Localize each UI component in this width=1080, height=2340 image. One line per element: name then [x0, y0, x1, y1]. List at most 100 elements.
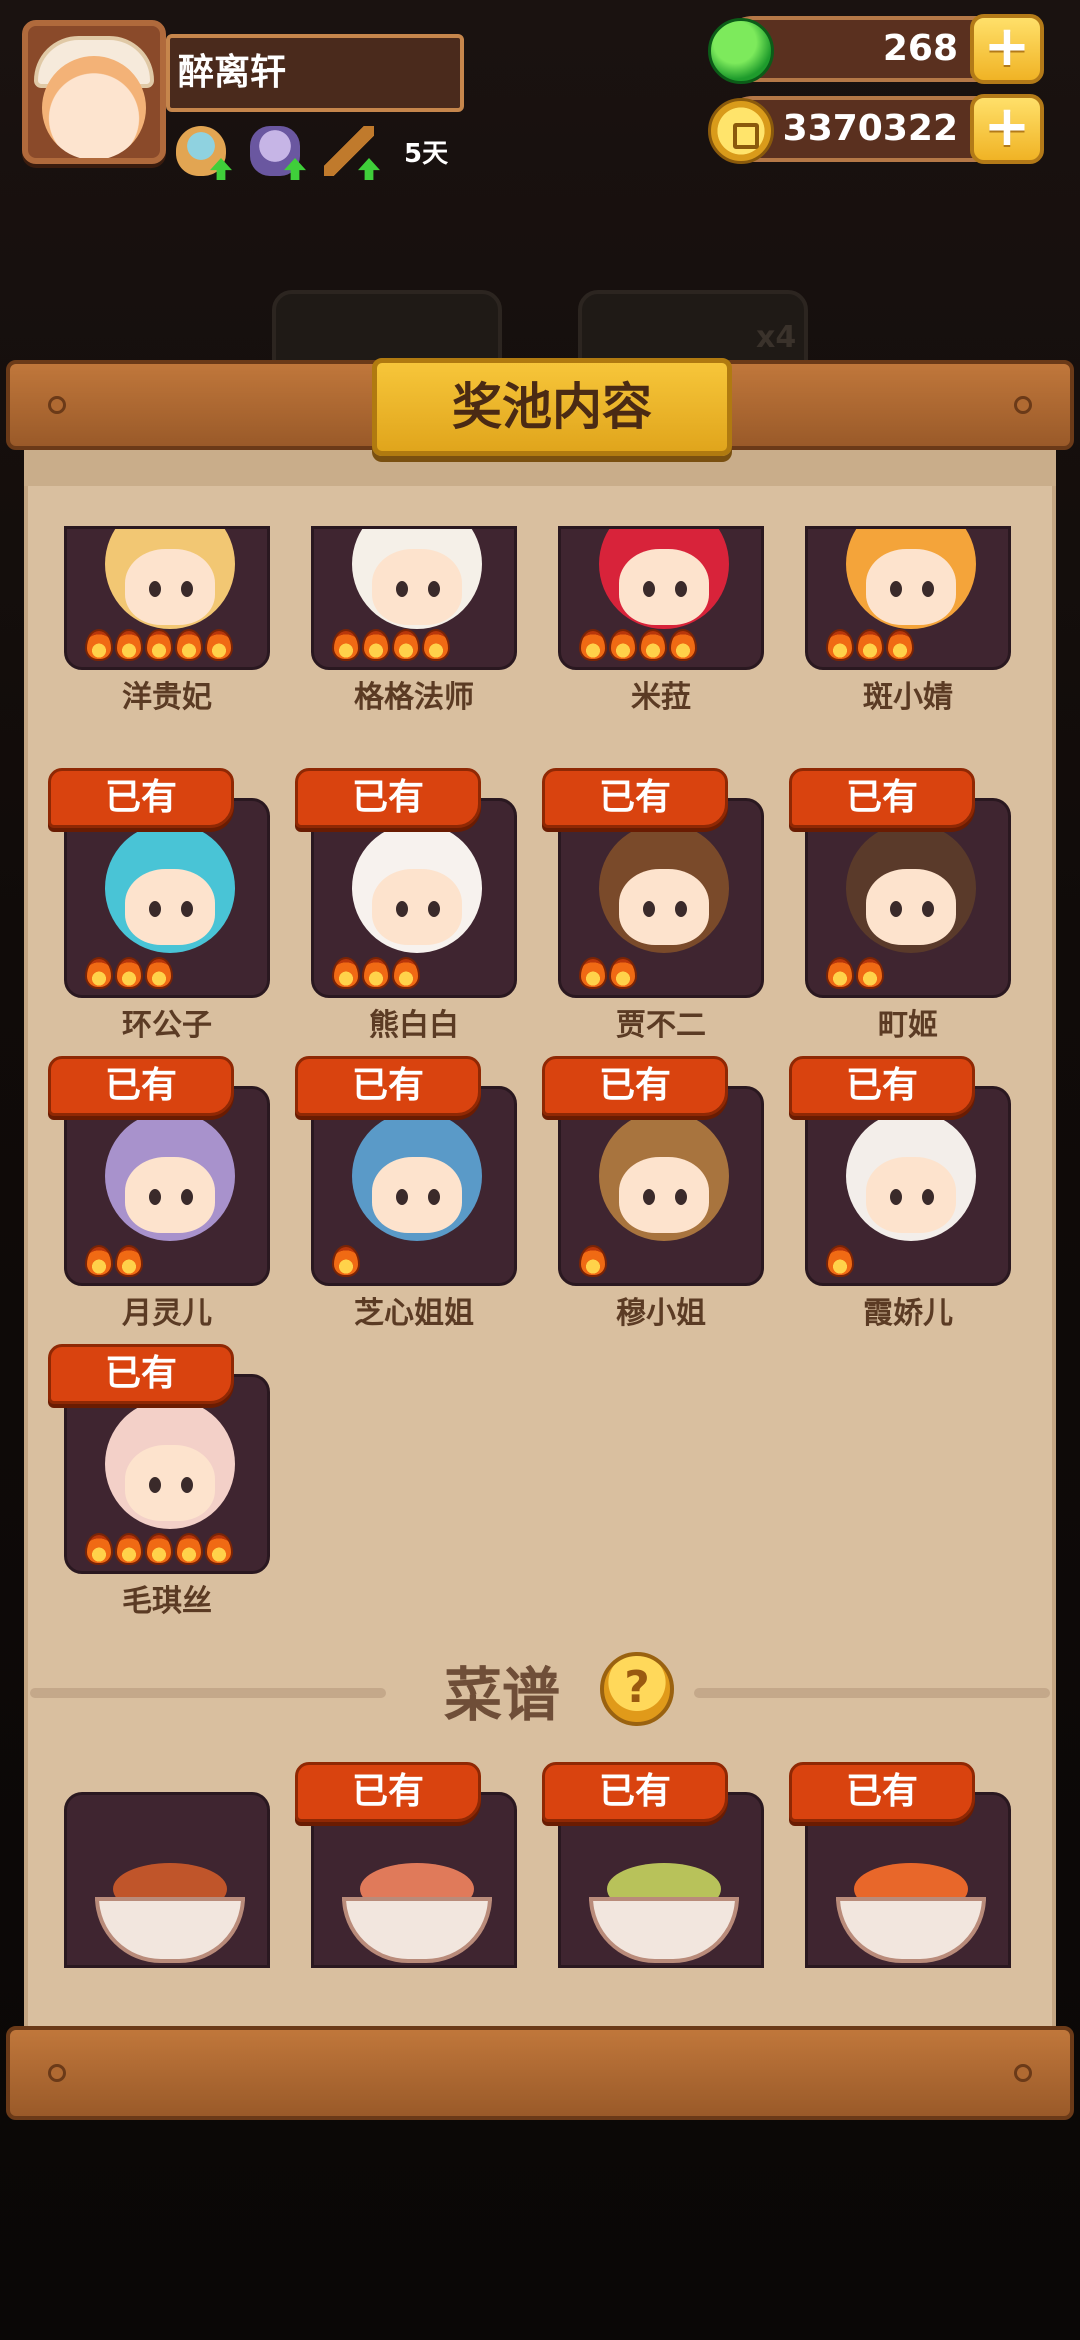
help-icon[interactable]: ?	[600, 1652, 674, 1726]
flame-icon	[115, 957, 143, 989]
flame-icon	[826, 957, 854, 989]
flame-icon	[422, 629, 450, 661]
character-name: 贾不二	[616, 1008, 706, 1043]
flame-icon	[85, 629, 113, 661]
flame-icon	[175, 629, 203, 661]
owned-badge: 已有	[295, 1762, 481, 1822]
flame-icon	[362, 957, 390, 989]
rarity-flames	[579, 957, 637, 989]
character-name: 环公子	[122, 1008, 212, 1043]
bowl-upgrade-icon[interactable]	[176, 126, 232, 180]
bag-upgrade-icon[interactable]	[250, 126, 306, 180]
character-portrait	[558, 526, 764, 670]
flame-icon	[145, 629, 173, 661]
flame-icon	[579, 957, 607, 989]
flame-icon	[579, 1245, 607, 1277]
owned-badge: 已有	[295, 1056, 481, 1116]
character-portrait	[805, 798, 1011, 998]
owned-badge: 已有	[789, 1056, 975, 1116]
owned-badge: 已有	[789, 1762, 975, 1822]
rarity-flames	[85, 629, 233, 661]
character-name: 熊白白	[369, 1008, 459, 1043]
days-counter: 5天	[404, 138, 449, 169]
character-portrait	[64, 1374, 270, 1574]
rarity-flames	[332, 1245, 360, 1277]
character-portrait	[311, 526, 517, 670]
jade-icon	[708, 18, 774, 84]
character-portrait	[558, 798, 764, 998]
rarity-flames	[579, 629, 697, 661]
coin-currency: 3370322 +	[708, 94, 1044, 164]
panel-bottom-beam[interactable]	[6, 2026, 1074, 2120]
add-jade-button[interactable]: +	[970, 14, 1044, 84]
rarity-flames	[332, 957, 420, 989]
character-name: 毛琪丝	[122, 1584, 212, 1619]
rarity-flames	[826, 1245, 854, 1277]
flame-icon	[85, 957, 113, 989]
character-portrait	[64, 526, 270, 670]
jade-amount: 268	[882, 28, 958, 69]
owned-badge: 已有	[48, 1344, 234, 1404]
game-screen: 醉离轩 5天 268 + 3370322 + x4 奖池内容 洋贵妃 格格法师 米菈…	[0, 0, 1080, 2340]
flame-icon	[392, 957, 420, 989]
panel-title: 奖池内容	[372, 358, 732, 456]
owned-badge: 已有	[789, 768, 975, 828]
character-portrait	[805, 526, 1011, 670]
flame-icon	[826, 1245, 854, 1277]
flame-icon	[856, 629, 884, 661]
character-portrait	[805, 1086, 1011, 1286]
flame-icon	[362, 629, 390, 661]
flame-icon	[579, 629, 607, 661]
flame-icon	[639, 629, 667, 661]
recipe-image	[64, 1792, 270, 1968]
rarity-flames	[826, 629, 914, 661]
flame-icon	[205, 1533, 233, 1565]
character-portrait	[64, 1086, 270, 1286]
character-name: 斑小婧	[863, 680, 953, 715]
character-name: 町姬	[878, 1008, 938, 1043]
character-name: 格格法师	[354, 680, 474, 715]
flame-icon	[609, 957, 637, 989]
flame-icon	[609, 629, 637, 661]
flame-icon	[332, 957, 360, 989]
player-avatar[interactable]	[22, 20, 166, 164]
rarity-flames	[85, 957, 173, 989]
flame-icon	[205, 629, 233, 661]
flame-icon	[115, 1533, 143, 1565]
character-name: 穆小姐	[616, 1296, 706, 1331]
add-coins-button[interactable]: +	[970, 94, 1044, 164]
coin-icon	[708, 98, 774, 164]
flame-icon	[886, 629, 914, 661]
background-multiplier: x4	[756, 320, 797, 355]
flame-icon	[332, 629, 360, 661]
flame-icon	[175, 1533, 203, 1565]
rarity-flames	[332, 629, 450, 661]
coin-amount: 3370322	[782, 108, 958, 149]
jade-currency: 268 +	[708, 14, 1044, 84]
dish-icon	[836, 1853, 986, 1963]
character-portrait	[64, 798, 270, 998]
character-name: 洋贵妃	[122, 680, 212, 715]
player-name: 醉离轩	[166, 34, 464, 112]
character-name: 芝心姐姐	[354, 1296, 474, 1331]
status-icons: 5天	[176, 126, 449, 180]
recipe-divider-left	[30, 1688, 386, 1698]
owned-badge: 已有	[542, 1762, 728, 1822]
rarity-flames	[826, 957, 884, 989]
dish-icon	[342, 1853, 492, 1963]
rarity-flames	[579, 1245, 607, 1277]
character-portrait	[311, 798, 517, 998]
owned-badge: 已有	[542, 1056, 728, 1116]
flame-icon	[826, 629, 854, 661]
character-name: 月灵儿	[122, 1296, 212, 1331]
character-portrait	[558, 1086, 764, 1286]
owned-badge: 已有	[48, 1056, 234, 1116]
flame-icon	[85, 1533, 113, 1565]
character-name: 米菈	[631, 680, 691, 715]
rarity-flames	[85, 1245, 143, 1277]
dish-icon	[589, 1853, 739, 1963]
flame-icon	[856, 957, 884, 989]
flame-icon	[85, 1245, 113, 1277]
rarity-flames	[85, 1533, 233, 1565]
tool-upgrade-icon[interactable]	[324, 126, 380, 180]
